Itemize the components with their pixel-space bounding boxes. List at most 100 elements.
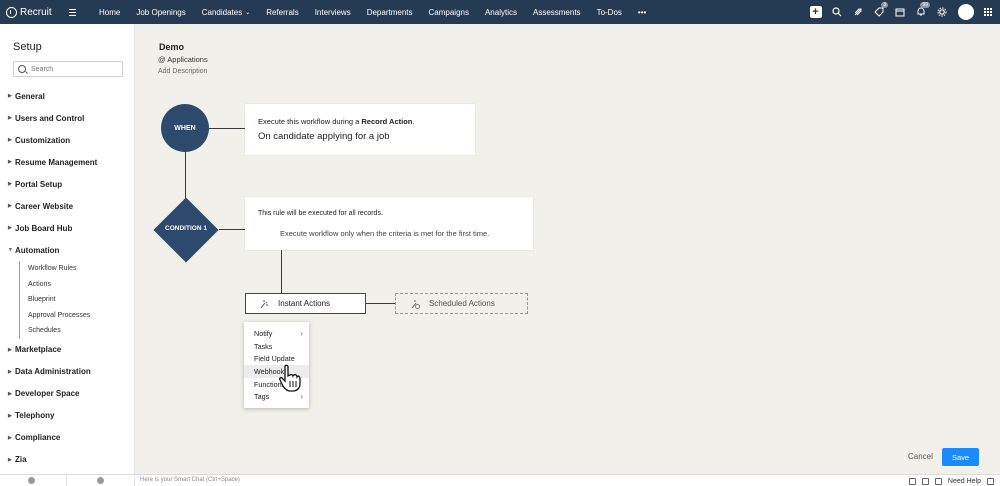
caret-right-icon: ▶ xyxy=(8,434,12,441)
app-grid-icon[interactable] xyxy=(984,8,992,16)
workflow-module: @ Applications xyxy=(158,55,208,64)
calendar-icon xyxy=(895,8,904,17)
sidebar-subitem-approval-processes[interactable]: Approval Processes xyxy=(28,308,135,324)
sidebar-item-career-website[interactable]: ▶ Career Website xyxy=(0,195,135,217)
bottom-chats-tab[interactable] xyxy=(0,475,67,486)
nav-tab-todos[interactable]: To-Dos xyxy=(589,0,630,24)
scheduled-actions-button[interactable]: Scheduled Actions xyxy=(395,293,528,314)
caret-right-icon: ▶ xyxy=(8,203,12,209)
help-icon xyxy=(934,477,942,485)
need-help-link[interactable]: Need Help xyxy=(948,478,981,485)
nav-tab-referrals[interactable]: Referrals xyxy=(258,0,306,24)
sidebar-item-job-board-hub[interactable]: ▶ Job Board Hub xyxy=(0,217,135,239)
sidebar-item-zia[interactable]: ▶ Zia xyxy=(0,449,135,471)
sidebar-item-data-administration[interactable]: ▶ Data Administration xyxy=(0,361,135,383)
tag-icon xyxy=(873,7,883,17)
caret-right-icon: ▶ xyxy=(8,137,12,143)
when-trigger-detail: On candidate applying for a job xyxy=(258,131,390,142)
user-avatar[interactable] xyxy=(958,4,974,20)
add-description-link[interactable]: Add Description xyxy=(158,68,207,75)
nav-tab-candidates[interactable]: Candidates ⌄ xyxy=(194,0,259,24)
rocket-icon xyxy=(854,8,861,16)
nav-tab-interviews[interactable]: Interviews xyxy=(307,0,359,24)
settings-button[interactable] xyxy=(931,0,952,24)
sidebar-subitem-blueprint[interactable]: Blueprint xyxy=(28,292,135,308)
when-card[interactable]: Execute this workflow during a Record Ac… xyxy=(245,104,475,155)
notifications-badge: 99 xyxy=(920,2,930,8)
nav-tab-analytics[interactable]: Analytics xyxy=(477,0,525,24)
feeds-button[interactable] xyxy=(847,0,868,24)
chevron-right-icon: › xyxy=(300,328,303,338)
cancel-button[interactable]: Cancel xyxy=(908,452,933,461)
nav-tab-home[interactable]: Home xyxy=(91,0,128,24)
caret-right-icon: ▶ xyxy=(8,225,12,231)
calendar-button[interactable] xyxy=(889,0,910,24)
sidebar-item-users-and-control[interactable]: ▶ Users and Control xyxy=(0,107,135,129)
tasks-button[interactable]: 3 xyxy=(868,0,889,24)
caret-right-icon: ▶ xyxy=(8,93,12,99)
top-navigation-bar: Recruit Home Job Openings Candidates ⌄ Re… xyxy=(0,0,1000,24)
caret-right-icon: ▶ xyxy=(8,412,12,419)
nav-tab-campaigns[interactable]: Campaigns xyxy=(421,0,477,24)
search-icon xyxy=(18,65,26,73)
caret-right-icon: ▶ xyxy=(8,181,12,187)
condition-label: CONDITION 1 xyxy=(165,225,207,232)
setup-menu: ▶ General ▶ Users and Control ▶ Customizati… xyxy=(0,85,135,471)
nav-tab-assessments[interactable]: Assessments xyxy=(525,0,589,24)
accessibility-icon[interactable] xyxy=(908,477,916,485)
instant-actions-icon xyxy=(260,299,268,308)
bottom-right-tools: Need Help xyxy=(908,475,994,486)
sidebar-search-input[interactable] xyxy=(31,65,111,73)
sidebar-item-automation[interactable]: ▼ Automation xyxy=(0,239,135,261)
main-nav-tabs: Home Job Openings Candidates ⌄ Referrals … xyxy=(91,0,654,24)
caret-right-icon: ▶ xyxy=(8,346,12,353)
sidebar-item-telephony[interactable]: ▶ Telephony xyxy=(0,405,135,427)
nav-right-tools: + 3 99 xyxy=(805,0,1000,24)
quick-create-button[interactable]: + xyxy=(805,0,826,24)
nav-tab-departments[interactable]: Departments xyxy=(359,0,421,24)
chevron-right-icon: › xyxy=(300,392,303,402)
workflow-editor: Demo @ Applications Add Description WHEN… xyxy=(135,24,1000,474)
sidebar-subitem-schedules[interactable]: Schedules xyxy=(28,323,135,339)
sidebar-item-marketplace[interactable]: ▶ Marketplace xyxy=(0,339,135,361)
smart-chat-input[interactable]: Here is your Smart Chat (Ctrl+Space) xyxy=(140,477,240,483)
connector-condition-actions xyxy=(281,250,282,293)
sidebar-item-customization[interactable]: ▶ Customization xyxy=(0,129,135,151)
app-name: Recruit xyxy=(20,6,52,18)
when-node[interactable]: WHEN xyxy=(161,104,209,152)
nav-more-icon[interactable]: ••• xyxy=(630,0,654,24)
dropdown-item-tags[interactable]: Tags › xyxy=(244,390,309,403)
expand-icon[interactable] xyxy=(987,477,994,485)
save-button[interactable]: Save xyxy=(942,448,979,466)
connector-condition-card xyxy=(219,229,245,230)
hand-cursor-icon xyxy=(279,364,301,392)
caret-right-icon: ▶ xyxy=(8,115,12,121)
search-button[interactable] xyxy=(826,0,847,24)
sidebar-item-resume-management[interactable]: ▶ Resume Management xyxy=(0,151,135,173)
dropdown-item-notify[interactable]: Notify › xyxy=(244,327,309,340)
condition-criteria-text: This rule will be executed for all recor… xyxy=(258,210,383,217)
bottom-contacts-tab[interactable] xyxy=(67,475,135,486)
sidebar-item-developer-space[interactable]: ▶ Developer Space xyxy=(0,383,135,405)
condition-execution-text: Execute workflow only when the criteria … xyxy=(280,229,490,238)
sidebar-item-compliance[interactable]: ▶ Compliance xyxy=(0,427,135,449)
history-icon[interactable] xyxy=(921,477,929,485)
plus-icon: + xyxy=(809,6,822,18)
gear-icon xyxy=(937,7,946,17)
instant-actions-button[interactable]: Instant Actions xyxy=(245,293,366,314)
bottom-bar: Here is your Smart Chat (Ctrl+Space) Nee… xyxy=(0,474,1000,486)
sidebar-subitem-workflow-rules[interactable]: Workflow Rules xyxy=(28,261,135,277)
nav-tab-job-openings[interactable]: Job Openings xyxy=(128,0,193,24)
dropdown-item-tasks[interactable]: Tasks xyxy=(244,340,309,353)
sidebar-item-portal-setup[interactable]: ▶ Portal Setup xyxy=(0,173,135,195)
condition-card[interactable]: This rule will be executed for all recor… xyxy=(245,197,533,250)
hamburger-menu-icon[interactable] xyxy=(69,8,83,16)
sidebar-subitem-actions[interactable]: Actions xyxy=(28,277,135,293)
notifications-button[interactable]: 99 xyxy=(910,0,931,24)
workflow-name: Demo xyxy=(159,42,185,52)
sidebar-search[interactable] xyxy=(13,61,123,77)
sidebar-item-general[interactable]: ▶ General xyxy=(0,85,135,107)
app-brand[interactable]: Recruit xyxy=(0,6,62,18)
connector-when-condition xyxy=(185,152,186,201)
caret-right-icon: ▶ xyxy=(8,456,12,463)
